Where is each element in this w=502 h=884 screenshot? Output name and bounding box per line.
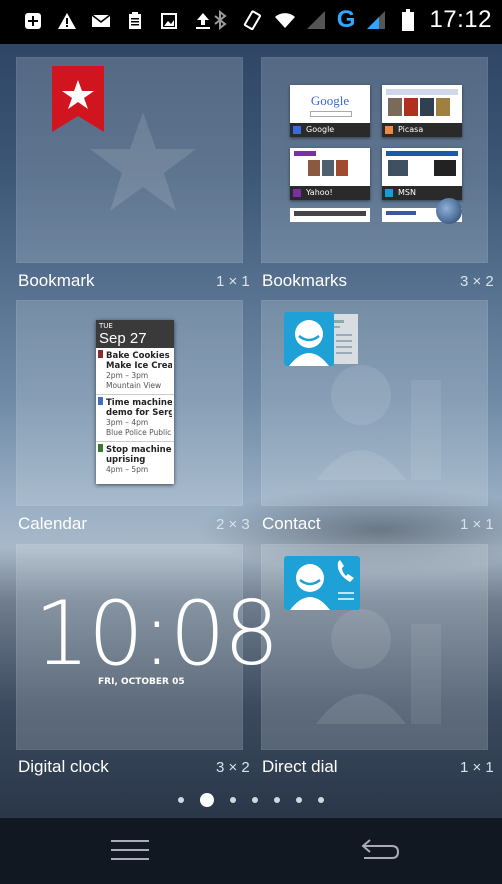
bookmark-thumbnail: Yahoo! [290, 148, 370, 200]
bookmark-thumbnail: MSN [382, 148, 462, 200]
widget-label: Calendar [18, 514, 87, 533]
google-favicon-icon [293, 126, 301, 134]
widget-label: Bookmarks [262, 271, 348, 290]
status-bar: G 17:12 [0, 0, 502, 44]
network-type-label: G [336, 6, 356, 33]
direct-dial-card-icon [284, 556, 360, 610]
widget-size: 1 × 1 [460, 759, 494, 776]
warning-icon [56, 10, 78, 32]
thumbnail-label: MSN [398, 188, 416, 197]
widget-label: Direct dial [262, 757, 338, 776]
widget-size: 2 × 3 [216, 516, 250, 533]
system-icons: G 17:12 [209, 6, 492, 34]
globe-icon [436, 198, 462, 224]
back-icon[interactable] [360, 836, 402, 864]
clock-preview-date: FRI, OCTOBER 05 [98, 677, 185, 687]
status-clock: 17:12 [429, 6, 492, 33]
page-dot[interactable] [252, 797, 258, 803]
calendar-event: Bake Cookies & Make Ice Cream 2pm – 3pm … [96, 348, 174, 395]
calendar-preview: TUE Sep 27 Bake Cookies & Make Ice Cream… [96, 320, 174, 484]
yahoo-favicon-icon [293, 189, 301, 197]
thumbnail-label: Google [306, 125, 335, 134]
page-dot[interactable] [178, 797, 184, 803]
wifi-icon [273, 9, 295, 31]
bookmark-thumbnail-partial [290, 208, 370, 222]
widget-size: 1 × 1 [460, 516, 494, 533]
page-dot[interactable] [274, 797, 280, 803]
thumbnail-label: Picasa [398, 125, 424, 134]
star-watermark-icon [90, 112, 196, 211]
widget-size: 3 × 2 [216, 759, 250, 776]
mail-icon [90, 10, 112, 32]
bookmark-thumbnail: Picasa [382, 85, 462, 137]
widget-label: Digital clock [18, 757, 109, 776]
signal-icon [365, 9, 387, 31]
navigation-bar [0, 818, 502, 884]
calendar-event: Stop machine uprising 4pm – 5pm [96, 442, 174, 478]
bookmark-ribbon-icon [52, 66, 104, 132]
signal-weak-icon [305, 9, 327, 31]
calendar-day: TUE [99, 322, 113, 330]
widget-label: Contact [262, 514, 321, 533]
bluetooth-icon [209, 9, 231, 31]
page-dot[interactable] [230, 797, 236, 803]
battery-icon [397, 9, 419, 31]
picasa-favicon-icon [385, 126, 393, 134]
notification-icons [22, 10, 214, 32]
image-icon [158, 10, 180, 32]
widget-picker-screen: G 17:12 Bookmark 1 × 1 Google Google Pic… [0, 0, 502, 884]
widget-label: Bookmark [18, 271, 95, 290]
page-dot[interactable] [318, 797, 324, 803]
calendar-event: Time machine demo for Sergey 3pm – 4pm B… [96, 395, 174, 442]
clock-preview-time: 10:08 [34, 582, 280, 685]
widget-bookmark[interactable] [16, 57, 243, 263]
widget-size: 1 × 1 [216, 273, 250, 290]
rotate-icon [241, 9, 263, 31]
contact-card-icon [284, 312, 358, 366]
widget-size: 3 × 2 [460, 273, 494, 290]
calendar-date: Sep 27 [99, 330, 147, 347]
thumbnail-label: Yahoo! [306, 188, 333, 197]
msn-favicon-icon [385, 189, 393, 197]
bookmark-thumbnail: Google Google [290, 85, 370, 137]
menu-icon[interactable] [111, 838, 151, 862]
clipboard-icon [124, 10, 146, 32]
google-logo: Google [310, 93, 350, 108]
add-icon [22, 10, 44, 32]
page-indicator[interactable] [0, 793, 502, 807]
page-dot-active[interactable] [200, 793, 214, 807]
page-dot[interactable] [296, 797, 302, 803]
